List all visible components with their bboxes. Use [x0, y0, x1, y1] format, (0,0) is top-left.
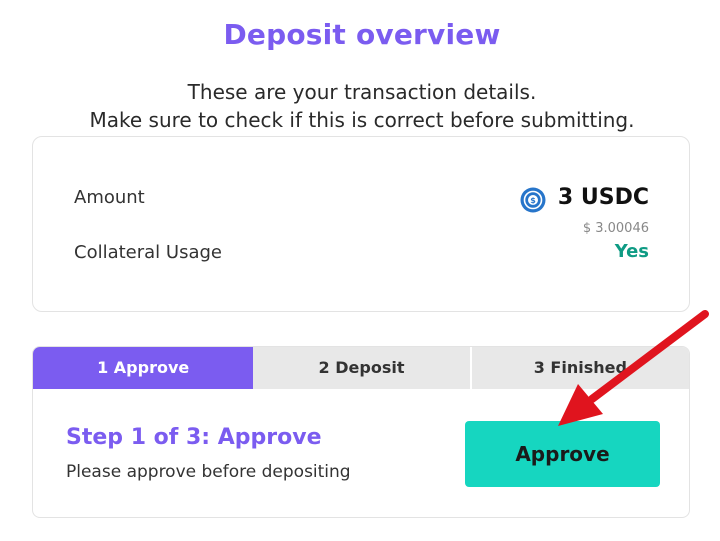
collateral-usage-label: Collateral Usage [74, 242, 222, 263]
subtitle-line-1: These are your transaction details. [187, 80, 537, 104]
tab-approve: 1 Approve [33, 347, 254, 389]
collateral-usage-value: Yes [614, 241, 649, 262]
current-step-title: Step 1 of 3: Approve [66, 425, 322, 450]
approve-button[interactable]: Approve [465, 421, 660, 487]
svg-text:$: $ [530, 196, 536, 205]
amount-value: 3 USDC [557, 185, 649, 210]
transaction-details-card: Amount $ 3 USDC $ 3.00046 Collateral Usa… [32, 136, 690, 312]
amount-usd-value: $ 3.00046 [582, 221, 649, 236]
tab-finished: 3 Finished [471, 347, 689, 389]
tab-deposit: 2 Deposit [253, 347, 472, 389]
deposit-overview-page: Deposit overview These are your transact… [0, 0, 720, 541]
steps-card: 1 Approve 2 Deposit 3 Finished Step 1 of… [32, 346, 690, 518]
page-title: Deposit overview [223, 18, 501, 51]
amount-label: Amount [74, 187, 145, 208]
usdc-icon: $ [520, 187, 546, 213]
current-step-description: Please approve before depositing [66, 462, 351, 482]
subtitle-line-2: Make sure to check if this is correct be… [89, 108, 635, 132]
step-tabs: 1 Approve 2 Deposit 3 Finished [33, 347, 689, 389]
